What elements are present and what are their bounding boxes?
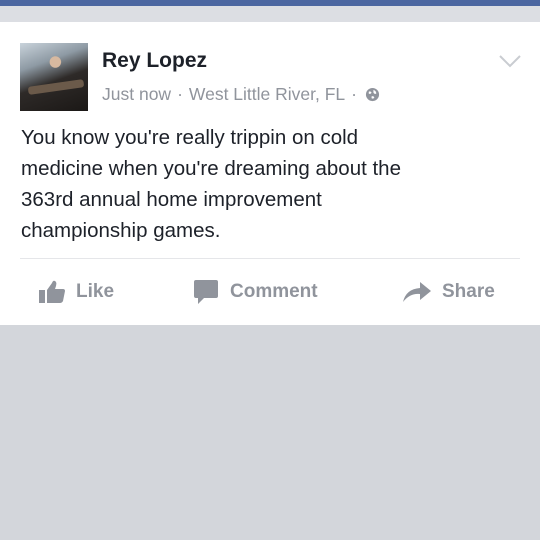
avatar[interactable]: [20, 43, 88, 111]
post-card: Rey Lopez Just now · West Little River, …: [0, 22, 540, 325]
share-arrow-icon: [403, 282, 431, 302]
meta-separator: ·: [351, 84, 357, 104]
post-author-name[interactable]: Rey Lopez: [102, 49, 207, 73]
comment-label: Comment: [230, 281, 318, 302]
comment-icon: [194, 280, 218, 304]
thumbs-up-icon: [39, 280, 65, 303]
divider: [20, 258, 520, 259]
post-body: You know you're really trippin on cold m…: [21, 122, 521, 246]
post-text-line: 363rd annual home improvement: [21, 188, 322, 211]
avatar-photo-detail: [27, 79, 85, 95]
post-text-line: medicine when you're dreaming about the: [21, 157, 401, 180]
globe-icon[interactable]: [365, 87, 380, 102]
comment-button[interactable]: Comment: [192, 275, 318, 309]
share-label: Share: [442, 281, 495, 302]
post-text-line: championship games.: [21, 219, 221, 242]
post-text-line: You know you're really trippin on cold: [21, 126, 359, 149]
post-timestamp[interactable]: Just now: [102, 84, 171, 105]
share-button[interactable]: Share: [402, 275, 495, 309]
feed-spacer: [0, 6, 540, 22]
like-button[interactable]: Like: [38, 275, 114, 309]
like-label: Like: [76, 281, 115, 302]
post-location[interactable]: West Little River, FL: [189, 84, 345, 105]
meta-separator: ·: [177, 84, 183, 104]
post-meta: Just now · West Little River, FL ·: [102, 84, 380, 105]
chevron-down-icon[interactable]: [498, 53, 522, 69]
